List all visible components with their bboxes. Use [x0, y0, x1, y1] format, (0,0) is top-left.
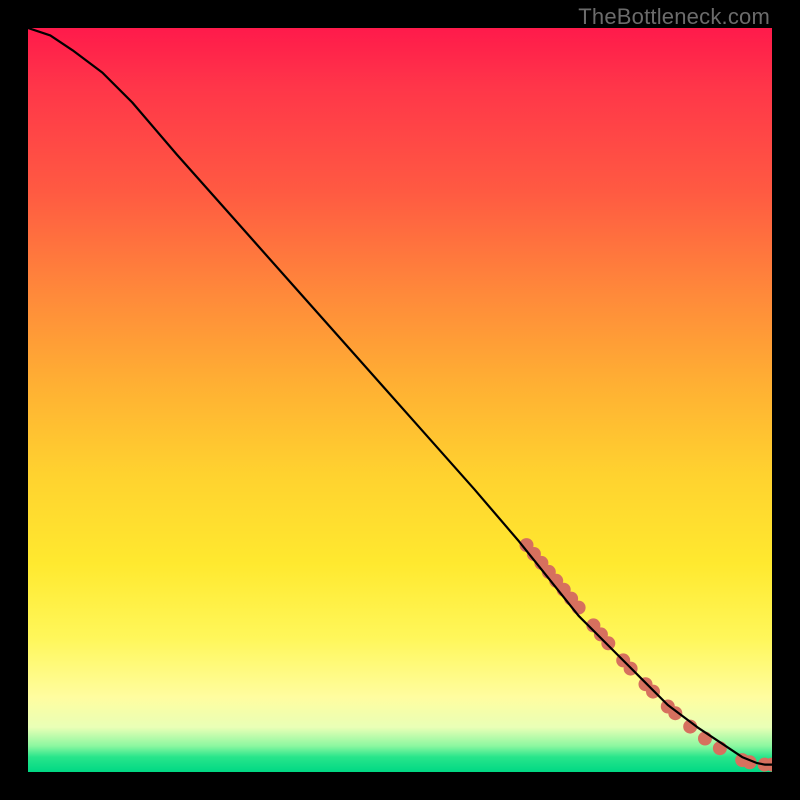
plot-area: [28, 28, 772, 772]
main-curve: [28, 28, 772, 765]
watermark-text: TheBottleneck.com: [578, 4, 770, 30]
chart-svg: [28, 28, 772, 772]
marker-dot: [572, 601, 586, 615]
chart-frame: TheBottleneck.com: [0, 0, 800, 800]
markers-group: [520, 538, 773, 772]
marker-dot: [601, 636, 615, 650]
